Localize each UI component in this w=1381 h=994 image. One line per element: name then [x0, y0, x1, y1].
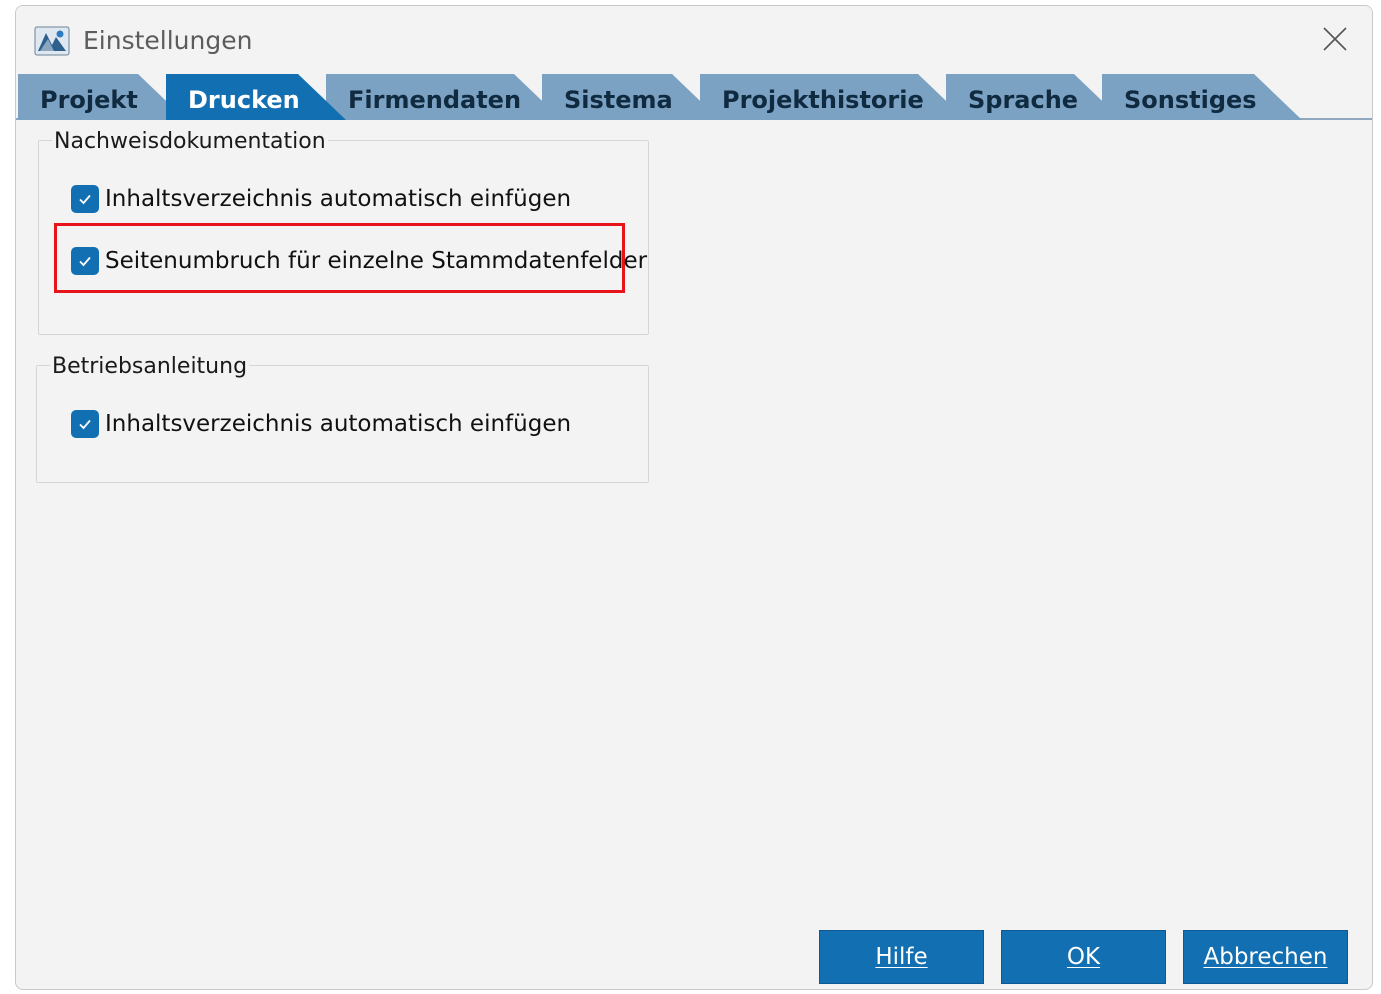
- close-button[interactable]: [1312, 18, 1358, 64]
- tab-projekthistorie[interactable]: Projekthistorie: [700, 74, 966, 120]
- group-legend: Nachweisdokumentation: [52, 127, 328, 157]
- group-legend: Betriebsanleitung: [50, 352, 250, 382]
- checkbox-toc-betrieb[interactable]: Inhaltsverzeichnis automatisch einfügen: [71, 409, 571, 439]
- tab-label: Firmendaten: [348, 86, 522, 114]
- close-icon: [1322, 26, 1348, 56]
- tab-label: Sonstiges: [1124, 86, 1257, 114]
- tab-label: Sprache: [968, 86, 1079, 114]
- settings-dialog: Einstellungen Projekt Drucken Firmendate…: [15, 5, 1373, 990]
- cancel-button[interactable]: Abbrechen: [1183, 930, 1348, 984]
- tab-drucken[interactable]: Drucken: [166, 74, 346, 120]
- checkbox-label: Inhaltsverzeichnis automatisch einfügen: [105, 186, 572, 212]
- checkbox-page-break-stammdaten[interactable]: Seitenumbruch für einzelne Stammdatenfel…: [71, 246, 647, 276]
- help-button[interactable]: Hilfe: [819, 930, 984, 984]
- tab-label: Sistema: [564, 86, 673, 114]
- tab-label: Drucken: [188, 86, 300, 114]
- title-bar: Einstellungen: [16, 6, 1372, 74]
- tab-sprache[interactable]: Sprache: [946, 74, 1122, 120]
- checkbox-toc-nachweis[interactable]: Inhaltsverzeichnis automatisch einfügen: [71, 184, 571, 214]
- checkbox-label: Seitenumbruch für einzelne Stammdatenfel…: [105, 248, 648, 274]
- tab-bar: Projekt Drucken Firmendaten Sistema Proj…: [16, 74, 1372, 120]
- ok-button[interactable]: OK: [1001, 930, 1166, 984]
- window-title: Einstellungen: [83, 26, 253, 55]
- tab-sistema[interactable]: Sistema: [542, 74, 720, 120]
- tab-label: Projekthistorie: [722, 86, 924, 114]
- checkbox-checked-icon[interactable]: [71, 185, 99, 213]
- app-logo-icon: [34, 25, 70, 57]
- tab-firmendaten[interactable]: Firmendaten: [326, 74, 562, 120]
- checkbox-checked-icon[interactable]: [71, 410, 99, 438]
- checkbox-checked-icon[interactable]: [71, 247, 99, 275]
- tab-label: Projekt: [40, 86, 138, 114]
- checkbox-label: Inhaltsverzeichnis automatisch einfügen: [105, 411, 572, 437]
- tab-sonstiges[interactable]: Sonstiges: [1102, 74, 1302, 120]
- tab-projekt[interactable]: Projekt: [18, 74, 186, 120]
